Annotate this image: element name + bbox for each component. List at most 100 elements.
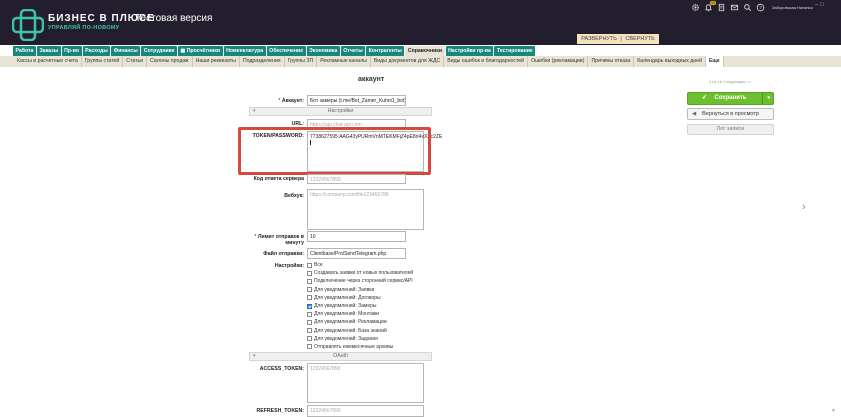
main-tab-reports[interactable]: Отчеты	[340, 46, 366, 56]
token-textarea[interactable]: 7738627595:AAG43yPURmVnMTEKMFjZ4pE8rI4xX…	[307, 131, 442, 172]
checkbox[interactable]	[307, 270, 312, 276]
checkbox[interactable]	[307, 311, 312, 317]
main-tab-expenses[interactable]: Расходы	[82, 46, 111, 56]
limit-label-text: Лимит отправок в минуту	[257, 234, 304, 246]
sub-tab-salary-groups[interactable]: Группы ЗП	[285, 56, 318, 67]
sub-tab-salons[interactable]: Салоны продаж	[147, 56, 193, 67]
checkbox[interactable]	[307, 336, 312, 342]
scroll-down-icon[interactable]: ▼	[831, 408, 836, 414]
settings-section-header[interactable]: ▾ Настройки	[249, 107, 432, 116]
checkbox[interactable]	[307, 344, 312, 350]
option-notify-knowledge-base[interactable]: Для уведомлений: База знаний	[307, 327, 437, 335]
main-tab-finance[interactable]: Финансы	[111, 46, 141, 56]
chevron-down-icon[interactable]: ▾	[767, 93, 770, 104]
webhook-textarea[interactable]: https://company.com/file123456789	[307, 189, 424, 230]
option-notify-tasks[interactable]: Для уведомлений: Задания	[307, 335, 437, 343]
checkbox[interactable]	[307, 328, 312, 334]
option-label: Все	[314, 262, 323, 269]
gear-icon[interactable]	[691, 3, 700, 12]
limit-input[interactable]: 10	[307, 231, 406, 242]
option-notify-installations[interactable]: Для уведомлений: Монтажи	[307, 310, 437, 318]
option-label: Подключение через сторонний сервис/API	[314, 278, 413, 285]
main-tab-nomenclature[interactable]: Номенклатура	[223, 46, 266, 56]
brand-tagline: УПРАВЛЯЙ ПО-НОВОМУ	[48, 25, 120, 31]
back-label: Вернуться в просмотр	[702, 111, 759, 117]
main-tab-production-settings[interactable]: Настройки пр-ва	[445, 46, 494, 56]
sub-tab-more[interactable]: Еще	[705, 56, 724, 67]
logo-icon[interactable]	[12, 9, 44, 41]
main-tab-supply[interactable]: Обеспечение	[266, 46, 306, 56]
record-log-button[interactable]: Лог записи	[687, 124, 774, 135]
document-icon[interactable]	[717, 3, 726, 12]
webhook-label: Вебхук:	[284, 193, 304, 199]
sub-tab-refusal-reasons[interactable]: Причины отказа	[588, 56, 635, 67]
checkbox[interactable]	[307, 295, 312, 301]
url-input[interactable]: https://api.chat-api.com	[307, 119, 406, 129]
window-controls[interactable]: – □	[815, 2, 824, 8]
notifications-button[interactable]: 44	[704, 0, 716, 12]
account-input[interactable]: Бот замеры (t.me/Bot_Zamer_Kuhni1_bot)	[307, 95, 406, 106]
account-label: * Аккаунт:	[278, 98, 304, 104]
send-file-input[interactable]: Clientbase/Pro/SendTelegram.php	[307, 248, 406, 259]
access-token-textarea[interactable]: 12324567890	[307, 363, 424, 403]
main-tab-contractors[interactable]: Контрагенты	[366, 46, 405, 56]
option-label: Для уведомлений: Заявки	[314, 286, 375, 293]
sub-tab-cash-accounts[interactable]: Кассы и расчетные счета	[14, 56, 82, 67]
checkbox[interactable]	[307, 287, 312, 293]
checkbox[interactable]	[307, 278, 312, 284]
option-label: Для уведомлений: Задания	[314, 335, 378, 342]
sub-tab-item-groups[interactable]: Группы статей	[82, 56, 124, 67]
option-notify-requests[interactable]: Для уведомлений: Заявки	[307, 286, 437, 294]
oauth-section-header[interactable]: ▾ OAuth	[249, 352, 432, 361]
refresh-token-label: REFRESH_TOKEN:	[256, 408, 304, 414]
save-button[interactable]: ✔ Сохранить ▾	[687, 92, 774, 105]
sub-tab-complaints[interactable]: Ошибки (рекламации)	[528, 56, 589, 67]
next-record-icon[interactable]: ›	[802, 201, 806, 213]
sub-nav: Кассы и расчетные счета Группы статей Ст…	[0, 56, 841, 67]
sub-tab-items[interactable]: Статьи	[123, 56, 148, 67]
reply-code-input[interactable]: 12324567890	[307, 174, 406, 184]
expand-collapse-panel: РАЗВЕРНУТЬ | СВЕРНУТЬ	[577, 34, 659, 44]
checkbox-checked[interactable]	[307, 303, 312, 309]
option-create-requests[interactable]: Создавать заявки от новых пользователей	[307, 269, 437, 277]
mail-icon[interactable]	[730, 3, 739, 12]
sub-tab-document-types[interactable]: Виды документов для ЖДС	[371, 56, 445, 67]
sub-tab-ad-channels[interactable]: Рекламные каналы	[317, 56, 371, 67]
sub-tab-requisites[interactable]: Наши реквизиты	[193, 56, 240, 67]
text-cursor	[310, 140, 311, 145]
main-tab-testing[interactable]: Тестирование	[494, 46, 536, 56]
top-icon-bar: 44 ? Заборовская Наталья	[691, 0, 813, 12]
token-value: 7738627595:AAG43yPURmVnMTEKMFjZ4pE8rI4xX…	[310, 134, 443, 140]
main-tab-economics[interactable]: Экономика	[306, 46, 340, 56]
option-notify-contracts[interactable]: Для уведомлений: Договоры	[307, 294, 437, 302]
settings-section-title: Настройки	[327, 108, 354, 114]
main-tab-employees[interactable]: Сотрудники	[141, 46, 177, 56]
option-all[interactable]: Все	[307, 261, 437, 269]
sub-tab-error-types[interactable]: Виды ошибок и благодарностей	[444, 56, 529, 67]
refresh-token-textarea[interactable]: 12324567890	[307, 405, 424, 417]
help-icon[interactable]: ?	[756, 3, 765, 12]
main-tab-directories[interactable]: Справочники	[405, 46, 445, 56]
main-tab-production[interactable]: Пр-во	[61, 46, 82, 56]
main-tab-orders[interactable]: Заказы	[36, 46, 61, 56]
main-tab-calculators[interactable]: ▦ Просчётники	[177, 46, 223, 56]
checkbox[interactable]	[307, 262, 312, 268]
option-notify-measurements[interactable]: Для уведомлений: Замеры	[307, 302, 437, 310]
app-window: БИЗНЕС В ПЛЮСЕ УПРАВЛЯЙ ПО-НОВОМУ Тестов…	[0, 0, 841, 417]
sub-tab-departments[interactable]: Подразделения	[240, 56, 285, 67]
send-file-label: Файл отправки:	[263, 251, 304, 257]
option-label: Для уведомлений: Договоры	[314, 294, 381, 301]
search-icon[interactable]	[743, 3, 752, 12]
user-name[interactable]: Заборовская Наталья	[772, 5, 813, 10]
option-notify-complaints[interactable]: Для уведомлений: Рекламации	[307, 318, 437, 326]
collapse-link[interactable]: СВЕРНУТЬ	[624, 36, 655, 42]
option-monthly-archives[interactable]: Отправлять ежемесячные архивы	[307, 343, 437, 351]
record-pager[interactable]: 1 из 16 Следующая >>	[709, 79, 751, 84]
back-to-view-button[interactable]: ◀ Вернуться в просмотр	[687, 108, 774, 120]
sub-tab-holiday-calendar[interactable]: Календарь выходных дней	[634, 56, 706, 67]
expand-link[interactable]: РАЗВЕРНУТЬ	[580, 36, 618, 42]
checkbox[interactable]	[307, 319, 312, 325]
option-label: Для уведомлений: База знаний	[314, 327, 387, 334]
main-tab-work[interactable]: Работа	[13, 46, 36, 56]
option-third-party-api[interactable]: Подключение через сторонний сервис/API	[307, 277, 437, 285]
